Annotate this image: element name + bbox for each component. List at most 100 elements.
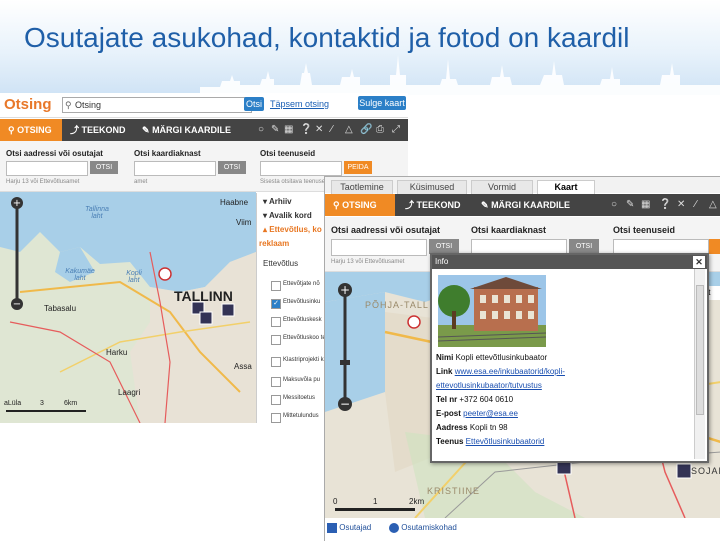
- legend-locations-label: Osutamiskohad: [401, 523, 457, 533]
- circle-tool-icon[interactable]: ○: [611, 194, 617, 216]
- info-link-value[interactable]: www.esa.ee/inkubaatorid/kopli-: [455, 367, 565, 376]
- info-popup-header: Info: [432, 255, 707, 269]
- search-icon: ⚲: [333, 200, 340, 210]
- map-label-pohja-tallinn: PÕHJA-TALL: [365, 300, 429, 310]
- map-label-laagri: Laagri: [118, 388, 141, 397]
- circle-icon: [389, 523, 399, 533]
- circle-tool-icon[interactable]: ○: [258, 119, 264, 141]
- tab-taotlemine[interactable]: Taotlemine: [331, 180, 393, 194]
- layer-public-order-label: Avalik kord: [268, 211, 312, 220]
- info-email-value[interactable]: peeter@esa.ee: [463, 409, 518, 418]
- layer-checkbox[interactable]: ✓: [271, 299, 281, 309]
- link-icon[interactable]: 🔗: [360, 119, 372, 141]
- close-icon[interactable]: ✕: [693, 256, 705, 268]
- info-link-label: Link: [436, 367, 453, 376]
- info-phone-label: Tel nr: [436, 395, 458, 404]
- layer-archive[interactable]: ▾ Arhiiv: [263, 197, 292, 206]
- measure-area-icon[interactable]: △: [345, 119, 353, 141]
- info-address-row: Aadress Kopli tn 98: [436, 423, 508, 432]
- pen-tool-icon[interactable]: ✎: [626, 194, 634, 216]
- grid-tool-icon[interactable]: ▦: [284, 119, 293, 141]
- service-hint: Sisesta otsitava teenuse: [260, 179, 326, 185]
- tab-search-right[interactable]: ⚲ OTSING: [325, 194, 395, 216]
- help-icon[interactable]: ❔: [300, 119, 312, 141]
- layer-business[interactable]: ▴ Ettevõtlus, ko: [263, 225, 322, 234]
- layer-checkbox[interactable]: [271, 335, 281, 345]
- grid-tool-icon[interactable]: ▦: [641, 194, 650, 216]
- layer-checkbox[interactable]: [271, 413, 281, 423]
- map-search-button[interactable]: OTSI: [218, 161, 246, 174]
- zoom-slider[interactable]: + −: [10, 196, 23, 311]
- tab-vormid[interactable]: Vormid: [471, 180, 533, 194]
- layer-section-title: Ettevõtlus: [263, 259, 299, 268]
- layer-business-ad: reklaam: [259, 239, 290, 248]
- info-service-label: Teenus: [436, 437, 464, 446]
- tab-mark-right[interactable]: ✎ MÄRGI KAARDILE: [481, 194, 570, 216]
- layer-checkbox-label: Maksuvõla pu: [283, 377, 321, 383]
- map-toolbar-right: ⚲ OTSING ⤴ TEEKOND ✎ MÄRGI KAARDILE ○ ✎ …: [325, 194, 720, 216]
- pen-tool-icon[interactable]: ✎: [271, 119, 279, 141]
- svg-text:−: −: [340, 397, 350, 411]
- map-label-assa: Assa: [234, 362, 252, 371]
- tab-search[interactable]: ⚲ OTSING: [0, 119, 62, 141]
- tab-kaart[interactable]: Kaart: [537, 180, 595, 194]
- info-popup-scrollbar[interactable]: [694, 269, 705, 459]
- search-input[interactable]: ⚲ Otsing: [62, 97, 252, 113]
- info-link-value-2[interactable]: ettevotlusinkubaator/tutvustus: [436, 381, 542, 390]
- print-icon[interactable]: ⎙: [376, 119, 384, 141]
- layer-checkbox[interactable]: [271, 395, 281, 405]
- map-label-tallinn-bay: Tallinna laht: [85, 206, 109, 220]
- measure-line-icon[interactable]: ∕: [331, 119, 333, 141]
- layer-checkbox[interactable]: [271, 357, 281, 367]
- zoom-slider-right[interactable]: + −: [337, 282, 352, 412]
- layer-checkbox[interactable]: [271, 281, 281, 291]
- map-search-button-right[interactable]: OTSI: [569, 239, 599, 254]
- tab-route-right-label: TEEKOND: [416, 200, 461, 210]
- service-search-input[interactable]: [260, 161, 342, 176]
- tab-route[interactable]: ⤴ TEEKOND: [70, 119, 126, 141]
- help-icon[interactable]: ❔: [659, 194, 671, 216]
- scrollbar-thumb[interactable]: [696, 285, 704, 415]
- map-search-input[interactable]: [134, 161, 216, 176]
- close-map-button[interactable]: Sulge kaart: [358, 96, 406, 110]
- map-hint: amet: [134, 179, 148, 185]
- service-find-button-right[interactable]: [709, 239, 720, 254]
- search-icon: ⚲: [8, 125, 15, 135]
- svg-text:+: +: [340, 283, 350, 297]
- search-input-value: Otsing: [75, 100, 102, 110]
- map-canvas[interactable]: + − Tallinna laht Kakumäe laht Kopli lah…: [0, 192, 256, 423]
- measure-area-icon[interactable]: △: [709, 194, 717, 216]
- map-label-viim: Viim: [236, 218, 252, 227]
- measure-line-icon[interactable]: ∕: [695, 194, 697, 216]
- tab-search-label: OTSING: [17, 125, 52, 135]
- tab-route-right[interactable]: ⤴ TEEKOND: [405, 194, 461, 216]
- service-search-label: Otsi teenuseid: [260, 149, 316, 158]
- layer-public-order[interactable]: ▾ Avalik kord: [263, 211, 312, 220]
- legend-locations: Osutamiskohad: [389, 523, 457, 533]
- svg-text:+: +: [13, 198, 21, 209]
- tab-kusimused[interactable]: Küsimused: [397, 180, 467, 194]
- info-name-row: Nimi Kopli ettevõtlusinkubaator: [436, 353, 547, 362]
- service-find-button[interactable]: PEIDA: [344, 161, 372, 174]
- address-search-button-right[interactable]: OTSI: [429, 239, 459, 254]
- tab-mark-right-label: MÄRGI KAARDILE: [491, 200, 571, 210]
- layer-checkbox-label: Messitoetus: [283, 395, 316, 401]
- info-service-value[interactable]: Ettevõtlusinkubaatorid: [466, 437, 545, 446]
- layer-checkbox-label: Ettevõtluskesk: [283, 317, 322, 323]
- address-search-button[interactable]: OTSI: [90, 161, 118, 174]
- scale-bar-right: 0 1 2km: [333, 497, 453, 517]
- address-search-input-right[interactable]: [331, 239, 427, 256]
- tab-mark-on-map[interactable]: ✎ MÄRGI KAARDILE: [142, 119, 231, 141]
- info-popup-title: Info: [435, 257, 449, 266]
- close-icon[interactable]: ✕: [315, 119, 323, 141]
- close-icon[interactable]: ✕: [677, 194, 685, 216]
- advanced-search-link[interactable]: Täpsem otsing: [270, 99, 329, 109]
- address-search-input[interactable]: [6, 161, 88, 176]
- layer-checkbox[interactable]: [271, 377, 281, 387]
- info-email-row: E-post peeter@esa.ee: [436, 409, 518, 418]
- pencil-icon: ✎: [481, 200, 489, 210]
- layer-checkbox[interactable]: [271, 317, 281, 327]
- search-button[interactable]: Otsi: [244, 97, 264, 111]
- top-search-bar: Otsing ⚲ Otsing Otsi Täpsem otsing Sulge…: [0, 93, 408, 118]
- fullscreen-icon[interactable]: ⤢: [392, 119, 400, 141]
